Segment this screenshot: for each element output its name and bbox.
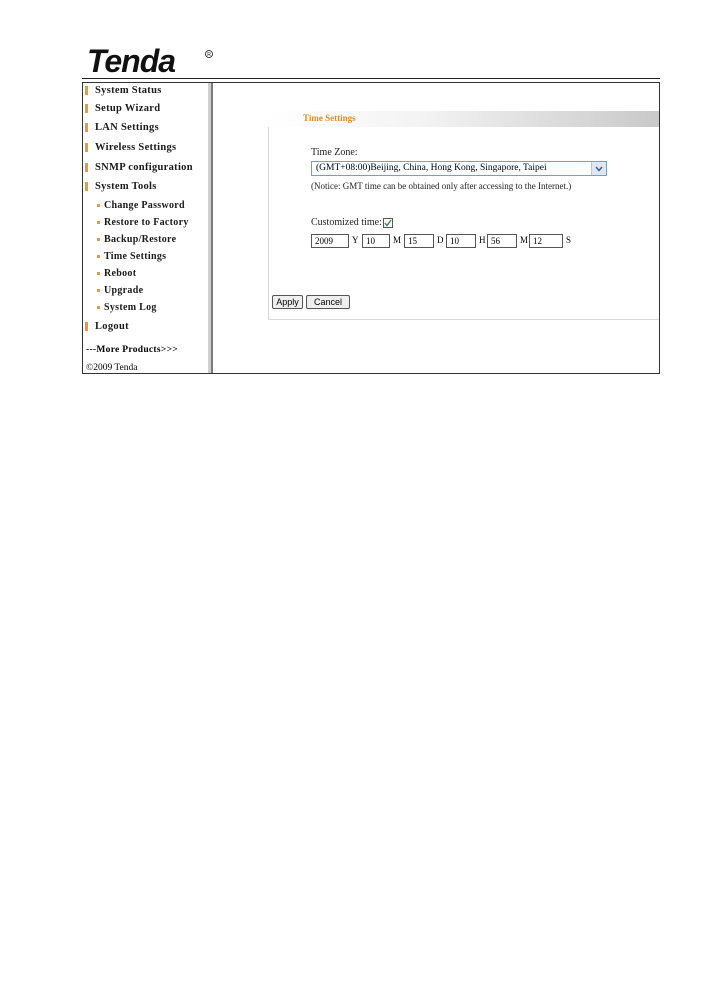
year-unit: Y xyxy=(352,235,359,245)
bullet-icon xyxy=(85,182,88,191)
bullet-icon xyxy=(97,272,100,275)
second-input[interactable]: 12 xyxy=(529,234,563,248)
bullet-icon xyxy=(85,163,88,172)
cancel-button[interactable]: Cancel xyxy=(306,295,350,309)
year-input[interactable]: 2009 xyxy=(311,234,349,248)
main-content: Time Settings Time Zone: (GMT+08:00)Beij… xyxy=(213,83,659,373)
bullet-icon xyxy=(97,238,100,241)
copyright-text: ©2009 Tenda xyxy=(86,363,138,373)
timezone-select[interactable]: (GMT+08:00)Beijing, China, Hong Kong, Si… xyxy=(311,161,607,176)
bullet-icon xyxy=(85,322,88,331)
sidebar-item-setup-wizard[interactable]: Setup Wizard xyxy=(83,103,160,114)
bullet-icon xyxy=(97,221,100,224)
gmt-notice: (Notice: GMT time can be obtained only a… xyxy=(311,181,572,191)
timezone-selected-value: (GMT+08:00)Beijing, China, Hong Kong, Si… xyxy=(316,163,547,173)
svg-text:R: R xyxy=(207,52,211,58)
bullet-icon xyxy=(85,104,88,113)
bullet-icon xyxy=(85,123,88,132)
bullet-icon xyxy=(85,86,88,95)
month-unit: M xyxy=(393,235,402,245)
sidebar-item-time-settings[interactable]: Time Settings xyxy=(97,251,166,262)
day-unit: D xyxy=(437,235,444,245)
sidebar-item-backup-restore[interactable]: Backup/Restore xyxy=(97,234,176,245)
section-title: Time Settings xyxy=(303,113,356,123)
panel-border-bottom xyxy=(268,319,659,320)
sidebar: System Status Setup Wizard LAN Settings … xyxy=(83,83,208,373)
minute-unit: M xyxy=(520,235,529,245)
section-header: Time Settings xyxy=(268,111,659,127)
svg-text:Tenda: Tenda xyxy=(87,44,175,78)
apply-button[interactable]: Apply xyxy=(272,295,303,309)
sidebar-item-wireless-settings[interactable]: Wireless Settings xyxy=(83,142,176,153)
router-admin-window: System Status Setup Wizard LAN Settings … xyxy=(82,82,660,374)
panel-border-left xyxy=(268,127,269,319)
timezone-label: Time Zone: xyxy=(311,147,358,158)
checkmark-icon xyxy=(384,219,392,227)
bullet-icon xyxy=(85,143,88,152)
bullet-icon xyxy=(97,255,100,258)
second-unit: S xyxy=(566,235,572,245)
tenda-logo: Tenda R xyxy=(85,44,215,78)
sidebar-item-system-log[interactable]: System Log xyxy=(97,302,157,313)
sidebar-item-restore-to-factory[interactable]: Restore to Factory xyxy=(97,217,189,228)
more-products-link[interactable]: ---More Products>>> xyxy=(86,345,178,355)
customized-time-label: Customized time: xyxy=(311,217,382,228)
bullet-icon xyxy=(97,289,100,292)
month-input[interactable]: 10 xyxy=(362,234,390,248)
sidebar-item-upgrade[interactable]: Upgrade xyxy=(97,285,143,296)
sidebar-item-reboot[interactable]: Reboot xyxy=(97,268,136,279)
customized-time-checkbox[interactable] xyxy=(383,218,393,228)
minute-input[interactable]: 56 xyxy=(487,234,517,248)
sidebar-item-system-tools[interactable]: System Tools xyxy=(83,181,157,192)
sidebar-item-logout[interactable]: Logout xyxy=(83,321,129,332)
hour-unit: H xyxy=(479,235,486,245)
day-input[interactable]: 15 xyxy=(404,234,434,248)
hour-input[interactable]: 10 xyxy=(446,234,476,248)
sidebar-item-snmp-configuration[interactable]: SNMP configuration xyxy=(83,162,193,173)
sidebar-item-change-password[interactable]: Change Password xyxy=(97,200,185,211)
header-rule xyxy=(82,78,660,79)
bullet-icon xyxy=(97,306,100,309)
sidebar-item-system-status[interactable]: System Status xyxy=(83,85,162,96)
sidebar-item-lan-settings[interactable]: LAN Settings xyxy=(83,122,159,133)
chevron-down-icon[interactable] xyxy=(591,162,606,175)
bullet-icon xyxy=(97,204,100,207)
